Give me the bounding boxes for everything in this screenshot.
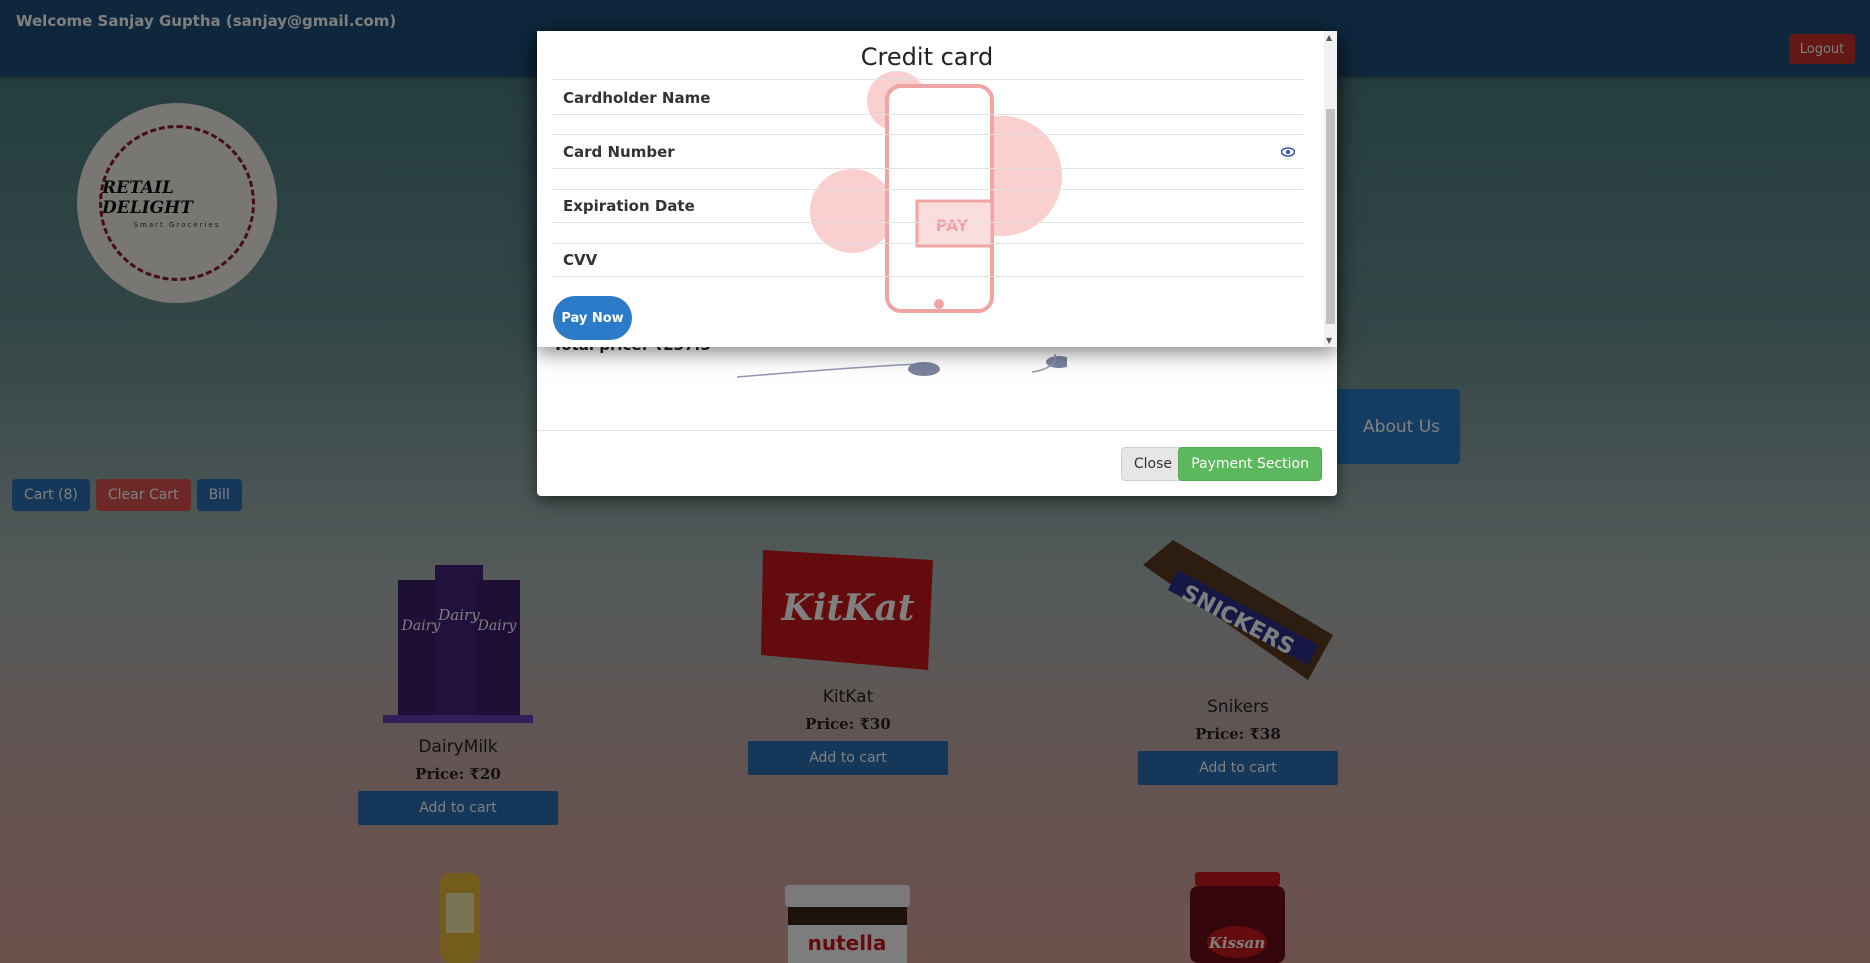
cvv-field[interactable] xyxy=(553,276,1303,277)
decorative-lines xyxy=(737,353,1067,378)
scroll-up-icon[interactable]: ▲ xyxy=(1326,33,1332,42)
close-button[interactable]: Close xyxy=(1120,447,1185,481)
payment-illustration: PAY xyxy=(810,71,1062,313)
payment-section-button[interactable]: Payment Section xyxy=(1178,447,1322,481)
bill-modal-footer: Close Payment Section xyxy=(537,430,1337,496)
expiration-date-field[interactable] xyxy=(553,222,1303,223)
credit-card-title: Credit card xyxy=(860,43,994,71)
pay-now-button[interactable]: Pay Now xyxy=(553,296,632,340)
cardholder-name-field[interactable] xyxy=(553,114,1303,115)
cvv-label: CVV xyxy=(563,251,598,269)
scroll-thumb[interactable] xyxy=(1326,109,1335,324)
illustration-label: PAY xyxy=(936,216,969,235)
cardholder-name-label: Cardholder Name xyxy=(563,89,711,107)
eye-icon[interactable] xyxy=(1281,147,1295,157)
credit-card-modal: PAY Credit card Cardholder Name Card Num… xyxy=(537,31,1337,347)
modal-scrollbar[interactable]: ▲ ▼ xyxy=(1324,31,1337,347)
card-number-label: Card Number xyxy=(563,143,675,161)
expiration-date-label: Expiration Date xyxy=(563,197,695,215)
card-number-field[interactable] xyxy=(553,168,1303,169)
scroll-down-icon[interactable]: ▼ xyxy=(1326,336,1332,345)
